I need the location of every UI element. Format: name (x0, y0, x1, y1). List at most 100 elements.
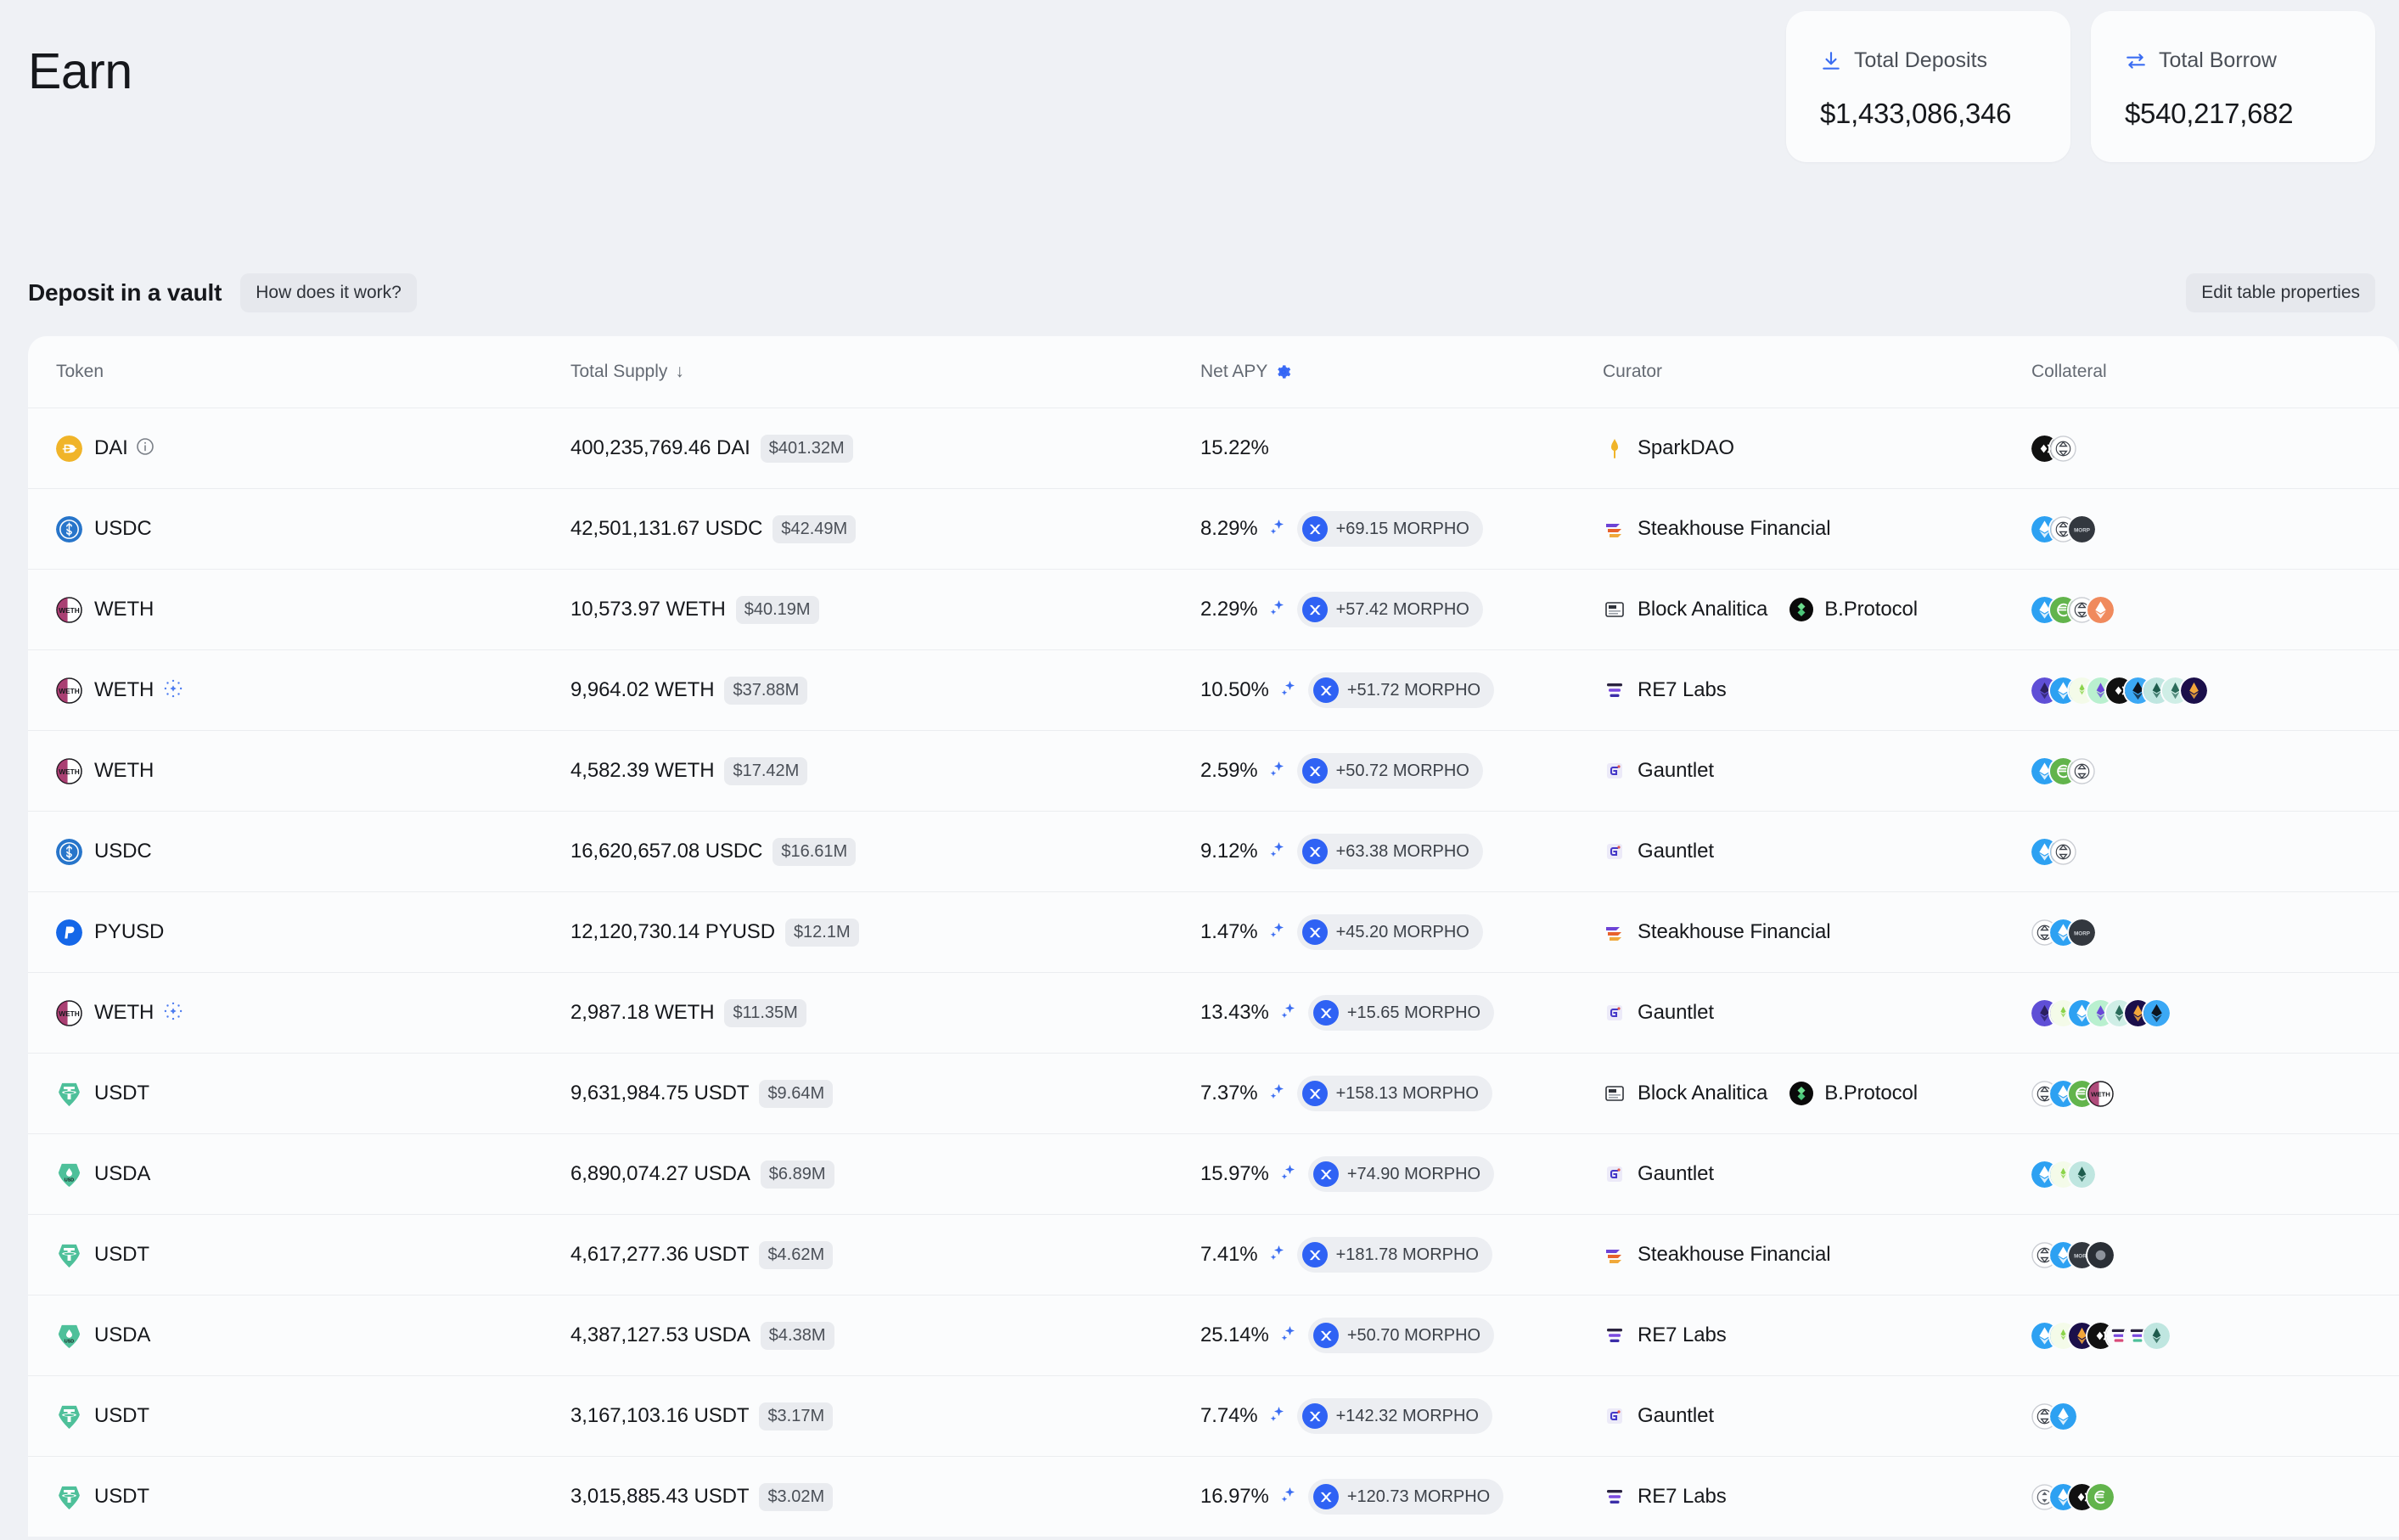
column-header-collateral[interactable]: Collateral (2031, 362, 2399, 382)
edit-table-properties-button[interactable]: Edit table properties (2186, 273, 2375, 312)
curator-item[interactable]: Steakhouse Financial (1603, 920, 1830, 944)
collateral-stack[interactable] (2031, 758, 2095, 784)
column-header-net-apy[interactable]: Net APY (1200, 362, 1603, 382)
collateral-stack[interactable]: MORP (2031, 516, 2095, 542)
supply-usd-chip: $37.88M (724, 677, 807, 705)
collateral-stack[interactable] (2031, 1484, 2114, 1510)
collateral-stack[interactable]: MORP (2031, 919, 2095, 946)
collateral-stack[interactable] (2031, 1161, 2095, 1188)
table-row[interactable]: USDT9,631,984.75 USDT$9.64M7.37%+158.13 … (28, 1053, 2399, 1133)
curator-item[interactable]: B.Protocol (1789, 598, 1918, 621)
table-row[interactable]: USDC16,620,657.08 USDC$16.61M9.12%+63.38… (28, 811, 2399, 891)
column-header-curator[interactable]: Curator (1603, 362, 2031, 382)
curator-item[interactable]: RE7 Labs (1603, 1324, 1727, 1347)
apy-value: 10.50% (1200, 678, 1269, 702)
apy-value: 7.37% (1200, 1082, 1258, 1105)
collateral-stack[interactable] (2031, 1323, 2170, 1349)
sparkles-icon (1278, 1485, 1299, 1509)
column-header-total-supply[interactable]: Total Supply ↓ (570, 362, 1200, 382)
collateral-stack[interactable] (2031, 839, 2076, 865)
table-row[interactable]: PYUSD12,120,730.14 PYUSD$12.1M1.47%+45.2… (28, 891, 2399, 972)
curator-item[interactable]: RE7 Labs (1603, 1485, 1727, 1509)
curator-item[interactable]: SparkDAO (1603, 436, 1734, 460)
column-header-token[interactable]: Token (56, 362, 570, 382)
curator-item[interactable]: Block Analitica (1603, 598, 1767, 621)
cell-net-apy: 8.29%+69.15 MORPHO (1200, 511, 1603, 547)
cell-collateral: MORP (2031, 919, 2399, 946)
morpho-reward-badge[interactable]: +74.90 MORPHO (1308, 1156, 1494, 1192)
cell-net-apy: 15.22% (1200, 436, 1603, 460)
table-row[interactable]: USDUSDA4,387,127.53 USDA$4.38M25.14%+50.… (28, 1295, 2399, 1375)
re7-logo (1603, 678, 1626, 702)
curator-name: RE7 Labs (1638, 1485, 1727, 1509)
table-row[interactable]: USDC42,501,131.67 USDC$42.49M8.29%+69.15… (28, 488, 2399, 569)
curator-item[interactable]: Gauntlet (1603, 1001, 1714, 1025)
apy-value: 2.59% (1200, 759, 1258, 783)
collateral-stack[interactable] (2031, 677, 2207, 704)
morpho-logo-icon (1313, 1323, 1339, 1348)
collateral-stack[interactable] (2031, 1000, 2170, 1026)
collateral-stack[interactable]: WETH (2031, 1081, 2114, 1107)
block-analitica-logo (1603, 1082, 1626, 1105)
svg-text:MORP: MORP (2074, 527, 2090, 533)
how-does-it-work-button[interactable]: How does it work? (240, 273, 417, 312)
table-row[interactable]: USDT3,167,103.16 USDT$3.17M7.74%+142.32 … (28, 1375, 2399, 1456)
table-row[interactable]: WETHWETH4,582.39 WETH$17.42M2.59%+50.72 … (28, 730, 2399, 811)
usdc-coin-icon (56, 839, 82, 865)
morpho-reward-badge[interactable]: +51.72 MORPHO (1308, 672, 1494, 708)
morpho-reward-badge[interactable]: +142.32 MORPHO (1297, 1398, 1492, 1434)
curator-item[interactable]: Gauntlet (1603, 759, 1714, 783)
morpho-reward-badge[interactable]: +50.72 MORPHO (1297, 753, 1483, 789)
morpho-reward-badge[interactable]: +158.13 MORPHO (1297, 1076, 1492, 1111)
supply-amount: 4,387,127.53 USDA (570, 1324, 750, 1347)
morpho-reward-badge[interactable]: +15.65 MORPHO (1308, 995, 1494, 1031)
morpho-reward-badge[interactable]: +63.38 MORPHO (1297, 834, 1483, 869)
collateral-stack[interactable]: MORP (2031, 1242, 2114, 1268)
cell-net-apy: 7.74%+142.32 MORPHO (1200, 1398, 1603, 1434)
cell-collateral (2031, 1484, 2399, 1510)
morpho-reward-amount: +120.73 MORPHO (1347, 1487, 1490, 1507)
collateral-stack[interactable] (2031, 436, 2076, 462)
usdt-coin-icon (56, 1484, 82, 1510)
table-row[interactable]: USDT3,015,885.43 USDT$3.02M16.97%+120.73… (28, 1456, 2399, 1537)
morpho-reward-badge[interactable]: +120.73 MORPHO (1308, 1479, 1503, 1515)
steakhouse-logo (1603, 1243, 1626, 1267)
morpho-reward-badge[interactable]: +181.78 MORPHO (1297, 1237, 1492, 1273)
curator-item[interactable]: Block Analitica (1603, 1082, 1767, 1105)
curator-item[interactable]: Steakhouse Financial (1603, 1243, 1830, 1267)
morpho-logo-icon (1313, 1161, 1339, 1187)
curator-item[interactable]: Steakhouse Financial (1603, 517, 1830, 541)
morpho-reward-badge[interactable]: +69.15 MORPHO (1297, 511, 1483, 547)
table-row[interactable]: WETHWETH10,573.97 WETH$40.19M2.29%+57.42… (28, 569, 2399, 649)
morpho-reward-badge[interactable]: +57.42 MORPHO (1297, 592, 1483, 627)
cell-net-apy: 9.12% +63.38 MORPHO (1200, 834, 1603, 869)
curator-name: SparkDAO (1638, 436, 1734, 460)
morpho-reward-badge[interactable]: +45.20 MORPHO (1297, 914, 1483, 950)
info-icon[interactable] (135, 436, 155, 461)
cell-net-apy: 10.50% +51.72 MORPHO (1200, 672, 1603, 708)
collateral-token-icon (2143, 1323, 2170, 1349)
table-row[interactable]: WETHWETH9,964.02 WETH$37.88M10.50%+51.72… (28, 649, 2399, 730)
collateral-stack[interactable] (2031, 597, 2114, 623)
collateral-stack[interactable] (2031, 1403, 2076, 1430)
curator-item[interactable]: B.Protocol (1789, 1082, 1918, 1105)
morpho-reward-badge[interactable]: +50.70 MORPHO (1308, 1318, 1494, 1353)
table-row[interactable]: WETHWETH2,987.18 WETH$11.35M13.43%+15.65… (28, 972, 2399, 1053)
curator-name: Steakhouse Financial (1638, 517, 1830, 541)
curator-item[interactable]: Gauntlet (1603, 840, 1714, 863)
cell-total-supply: 10,573.97 WETH$40.19M (570, 596, 1200, 624)
curator-item[interactable]: Gauntlet (1603, 1404, 1714, 1428)
re7-logo (1603, 1485, 1626, 1509)
gauntlet-logo (1603, 840, 1626, 863)
table-row[interactable]: USDUSDA6,890,074.27 USDA$6.89M15.97%+74.… (28, 1133, 2399, 1214)
curator-item[interactable]: Gauntlet (1603, 1162, 1714, 1186)
curator-item[interactable]: RE7 Labs (1603, 678, 1727, 702)
table-row[interactable]: DAI400,235,769.46 DAI$401.32M15.22%Spark… (28, 407, 2399, 488)
supply-usd-chip: $16.61M (773, 838, 856, 866)
column-label-collateral: Collateral (2031, 362, 2107, 382)
cell-collateral: WETH (2031, 1081, 2399, 1107)
total-borrow-label: Total Borrow (2159, 48, 2277, 73)
table-row[interactable]: USDT4,617,277.36 USDT$4.62M7.41%+181.78 … (28, 1214, 2399, 1295)
apy-value: 9.12% (1200, 840, 1258, 863)
gear-icon[interactable] (1275, 363, 1292, 380)
